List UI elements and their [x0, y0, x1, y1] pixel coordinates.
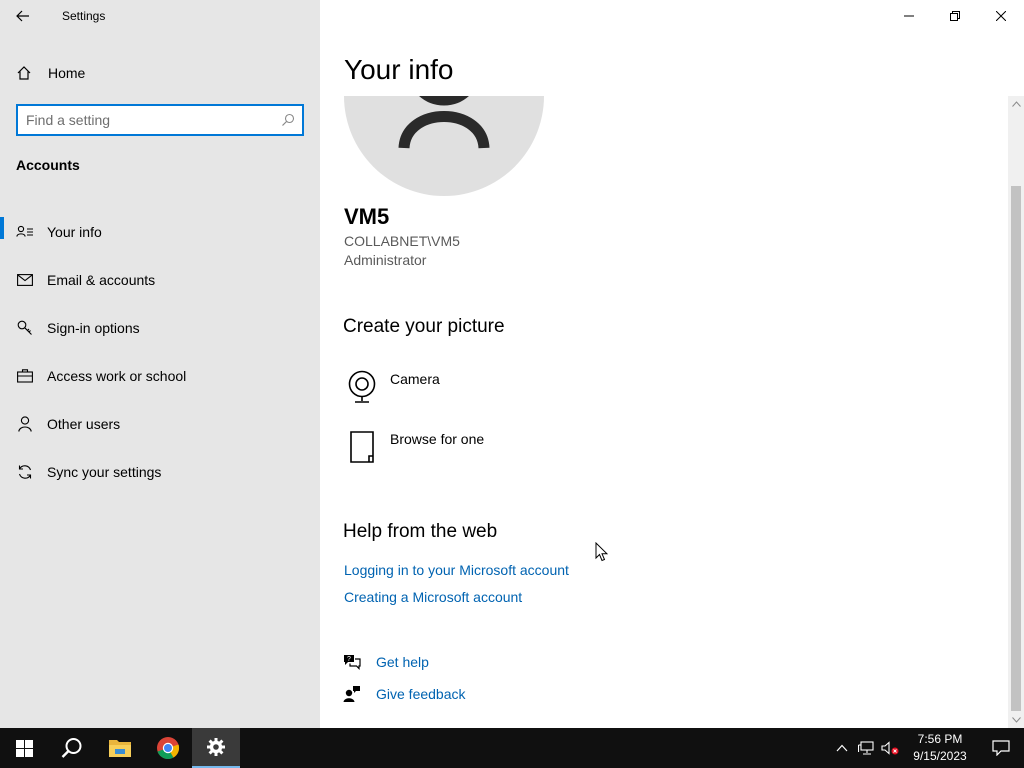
svg-text:?: ?: [347, 656, 351, 663]
back-arrow-icon: [16, 10, 29, 22]
window-controls: [886, 0, 1024, 32]
search-icon: [274, 113, 302, 127]
sync-icon: [16, 464, 34, 480]
mail-icon: [16, 274, 34, 286]
back-button[interactable]: [0, 0, 46, 32]
user-role: Administrator: [344, 252, 427, 268]
folder-icon: [109, 740, 131, 757]
minimize-button[interactable]: [886, 0, 932, 32]
sidebar-item-access-work-school[interactable]: Access work or school: [0, 352, 320, 400]
chrome-icon: [157, 737, 180, 760]
sidebar-item-label: Other users: [47, 416, 121, 432]
briefcase-icon: [16, 369, 34, 383]
file-explorer-button[interactable]: [96, 728, 144, 768]
mouse-cursor-icon: [595, 541, 609, 567]
scroll-down-icon[interactable]: [1008, 712, 1024, 728]
home-label: Home: [48, 65, 86, 81]
sidebar-item-label: Email & accounts: [47, 272, 156, 288]
give-feedback-label: Give feedback: [376, 686, 466, 702]
system-tray: 7:56 PM 9/15/2023: [830, 728, 1024, 768]
vertical-scrollbar[interactable]: [1008, 96, 1024, 728]
chevron-up-icon: [836, 744, 848, 752]
sidebar-item-sync-settings[interactable]: Sync your settings: [0, 448, 320, 496]
help-chat-icon: ?: [342, 654, 362, 670]
scroll-up-icon[interactable]: [1008, 96, 1024, 112]
camera-option[interactable]: Camera: [344, 369, 440, 405]
volume-muted-icon: [881, 741, 899, 755]
notification-icon: [992, 740, 1010, 756]
scrollbar-thumb[interactable]: [1011, 186, 1021, 711]
show-hidden-icons-button[interactable]: [830, 728, 854, 768]
camera-icon: [344, 369, 380, 405]
sidebar-item-label: Sign-in options: [47, 320, 140, 336]
sidebar-item-other-users[interactable]: Other users: [0, 400, 320, 448]
section-title: Accounts: [16, 157, 80, 173]
restore-icon: [950, 11, 960, 21]
sidebar: Settings Home Accounts Your info Email &…: [0, 0, 320, 728]
user-silhouette-icon: [398, 96, 490, 149]
settings-taskbar-button[interactable]: [192, 728, 240, 768]
contact-info-icon: [16, 225, 34, 239]
taskbar: 7:56 PM 9/15/2023: [0, 728, 1024, 768]
sidebar-item-sign-in-options[interactable]: Sign-in options: [0, 304, 320, 352]
sidebar-item-label: Sync your settings: [47, 464, 162, 480]
person-icon: [16, 416, 34, 432]
sidebar-item-label: Access work or school: [47, 368, 187, 384]
camera-label: Camera: [390, 371, 440, 387]
get-help-link[interactable]: ? Get help: [342, 654, 429, 670]
search-box[interactable]: [16, 104, 304, 136]
sidebar-nav: Your info Email & accounts Sign-in optio…: [0, 208, 320, 496]
search-input[interactable]: [18, 112, 274, 128]
start-button[interactable]: [0, 728, 48, 768]
action-center-button[interactable]: [978, 728, 1024, 768]
feedback-icon: [342, 685, 362, 703]
sidebar-item-email-accounts[interactable]: Email & accounts: [0, 256, 320, 304]
page-title: Your info: [344, 54, 454, 85]
sidebar-item-your-info[interactable]: Your info: [0, 208, 320, 256]
minimize-icon: [904, 15, 914, 17]
key-icon: [16, 320, 34, 336]
restore-button[interactable]: [932, 0, 978, 32]
home-nav-item[interactable]: Home: [0, 56, 320, 90]
windows-logo-icon: [15, 739, 33, 757]
clock-date: 9/15/2023: [913, 749, 967, 763]
close-icon: [996, 11, 1006, 21]
search-icon: [61, 738, 82, 758]
clock[interactable]: 7:56 PM 9/15/2023: [902, 731, 978, 765]
clock-time: 7:56 PM: [917, 732, 963, 746]
network-icon: [858, 741, 874, 755]
avatar[interactable]: [344, 96, 544, 196]
user-name: VM5: [344, 204, 390, 229]
browse-label: Browse for one: [390, 431, 485, 447]
title-bar: Settings: [0, 0, 320, 32]
network-button[interactable]: [854, 728, 878, 768]
help-link-creating-account[interactable]: Creating a Microsoft account: [344, 589, 522, 605]
sidebar-item-label: Your info: [47, 224, 102, 240]
close-button[interactable]: [978, 0, 1024, 32]
chrome-button[interactable]: [144, 728, 192, 768]
document-icon: [344, 429, 380, 465]
app-title: Settings: [62, 9, 106, 23]
help-heading: Help from the web: [343, 521, 498, 542]
search-button[interactable]: [48, 728, 96, 768]
gear-icon: [207, 738, 225, 756]
browse-option[interactable]: Browse for one: [344, 429, 484, 465]
main-content: VM5 COLLABNET\VM5 Administrator Create y…: [320, 96, 1008, 728]
help-link-logging-in[interactable]: Logging in to your Microsoft account: [344, 562, 569, 578]
create-picture-heading: Create your picture: [343, 316, 505, 337]
volume-button[interactable]: [878, 728, 902, 768]
give-feedback-link[interactable]: Give feedback: [342, 685, 466, 703]
home-icon: [16, 65, 34, 81]
get-help-label: Get help: [376, 654, 429, 670]
user-domain: COLLABNET\VM5: [344, 233, 460, 249]
